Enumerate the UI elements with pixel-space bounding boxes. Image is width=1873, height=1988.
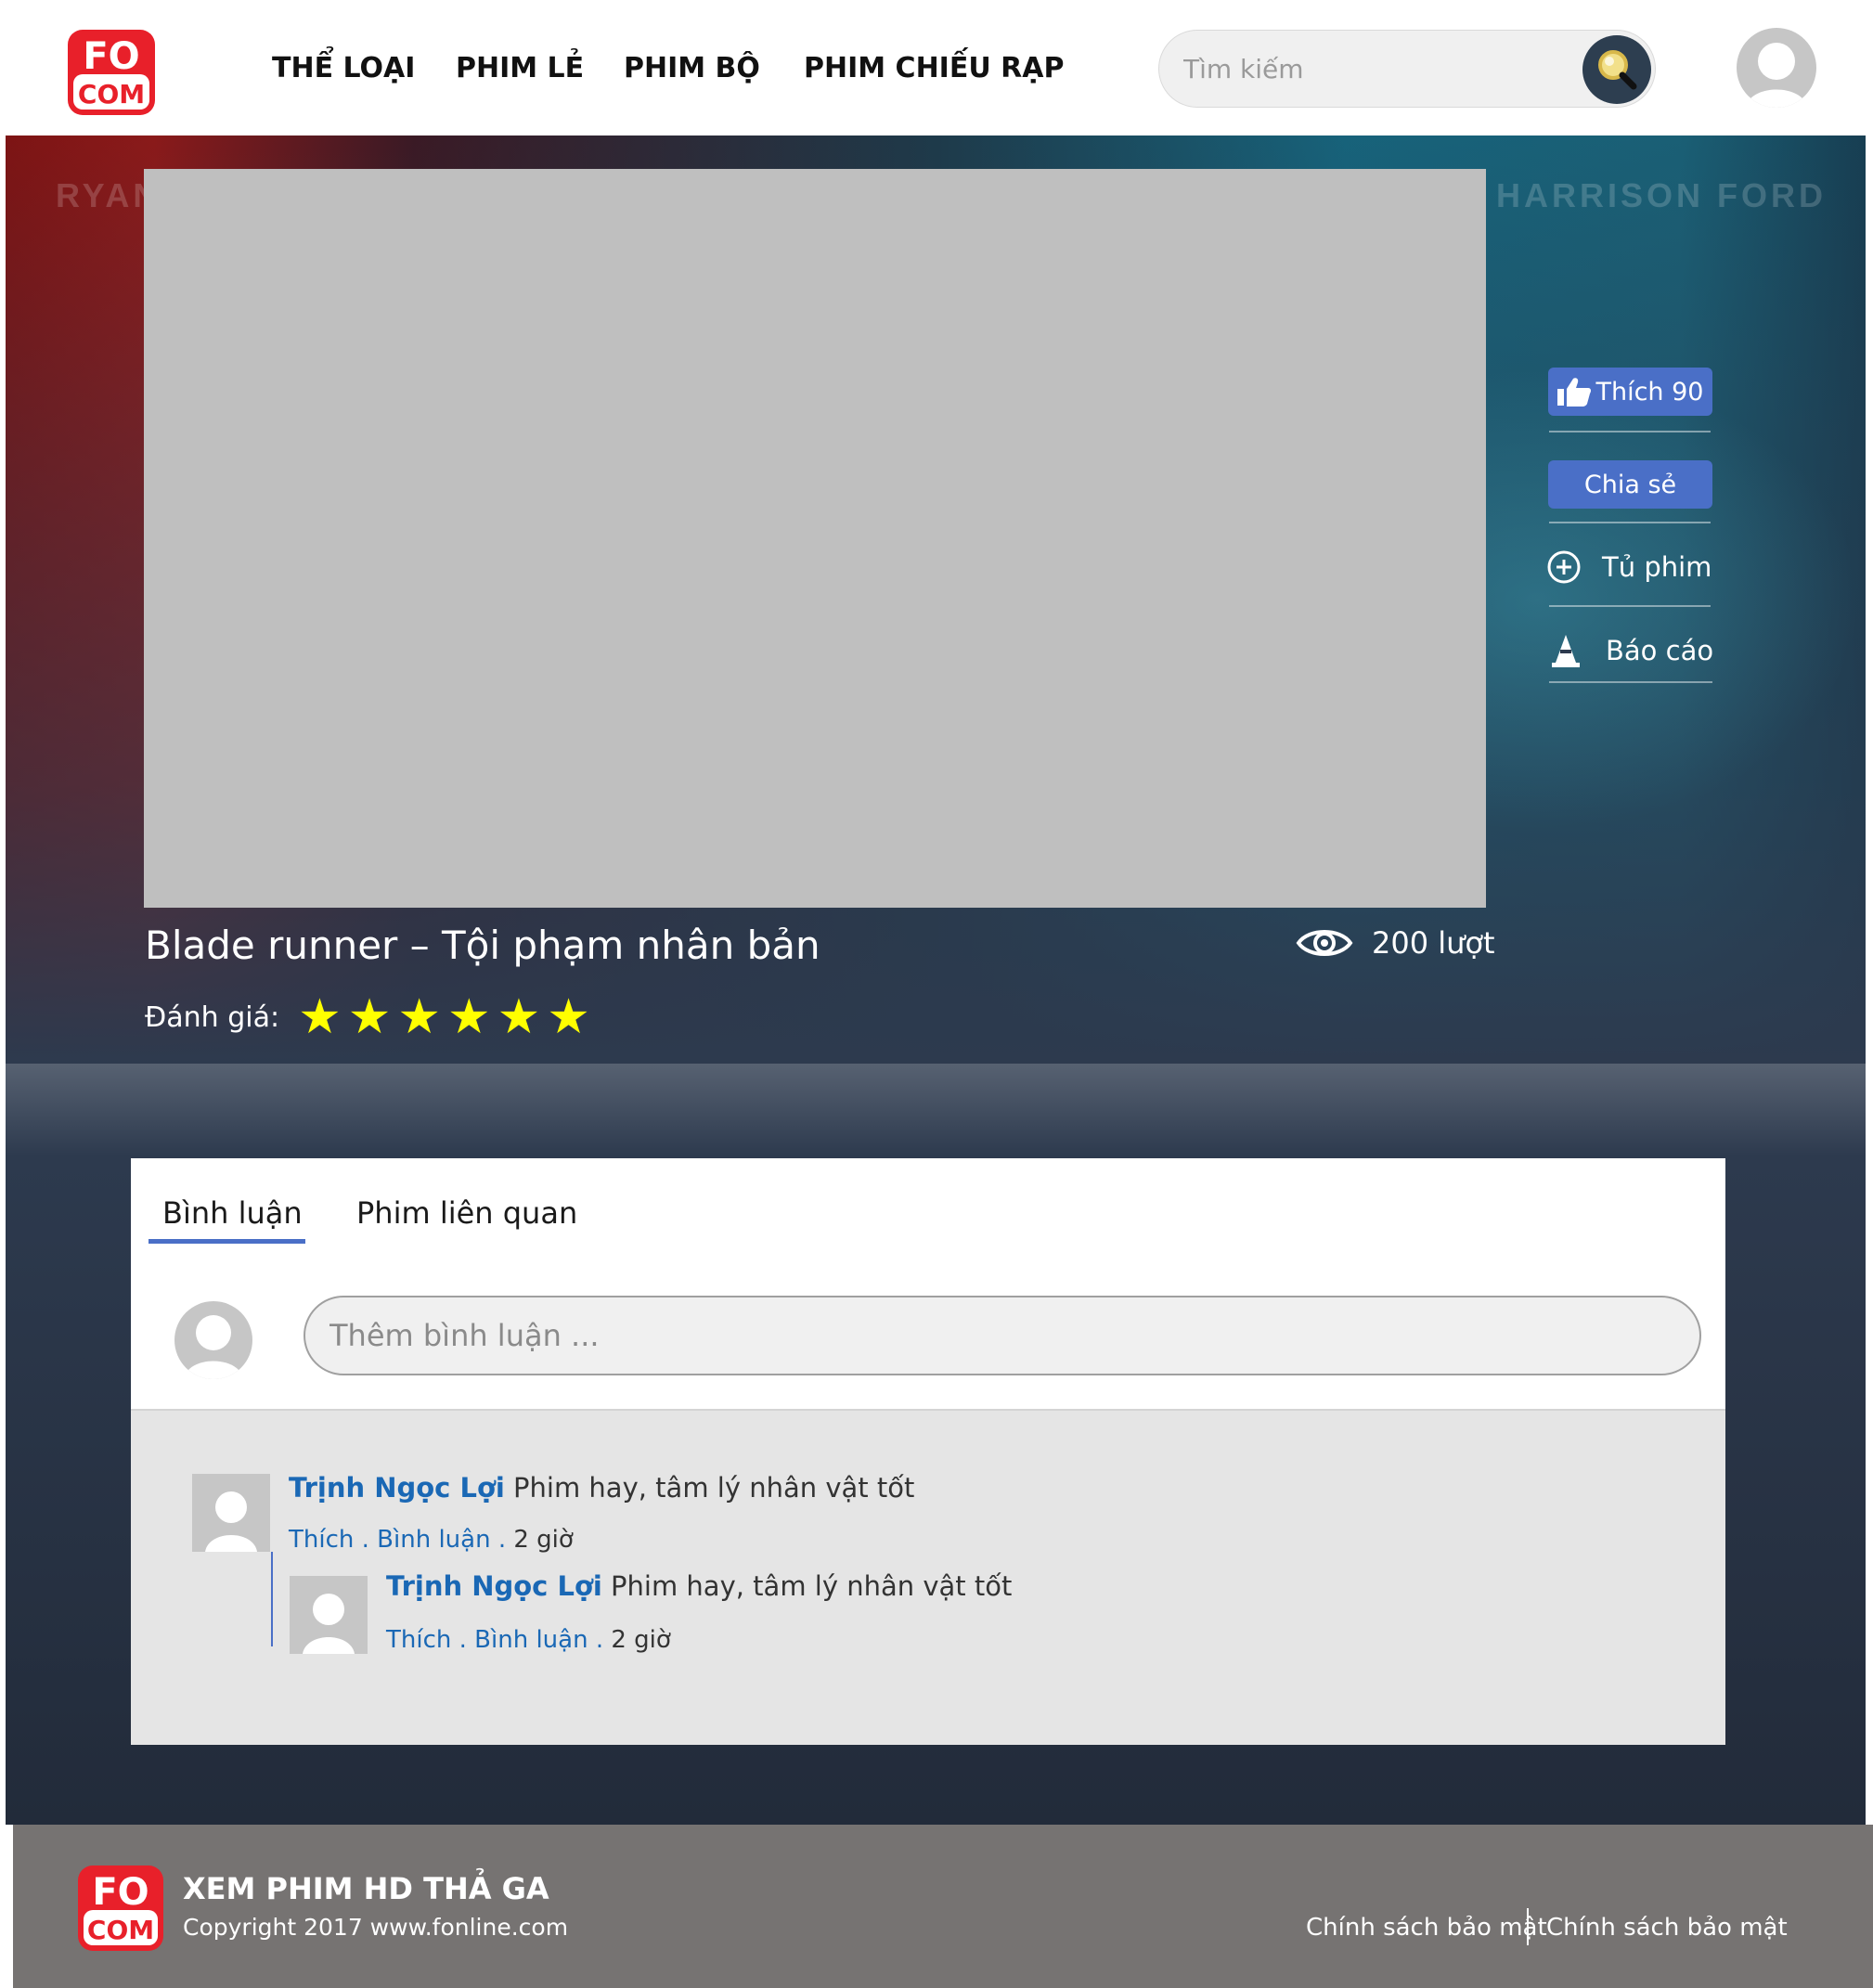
comment-list: Trịnh Ngọc Lợi Phim hay, tâm lý nhân vật… — [131, 1411, 1725, 1745]
comment-avatar — [192, 1474, 270, 1552]
search-button[interactable] — [1582, 35, 1651, 104]
user-icon — [184, 1315, 243, 1379]
view-count: 200 lượt — [1296, 924, 1495, 962]
footer-separator — [1527, 1908, 1529, 1945]
comment-like-link[interactable]: Thích — [289, 1526, 354, 1554]
movie-title: Blade runner – Tội phạm nhân bản — [145, 923, 820, 968]
comment-time: 2 giờ — [513, 1526, 574, 1554]
search-input[interactable] — [1183, 47, 1555, 90]
comment-avatar — [290, 1576, 368, 1654]
search-box — [1158, 30, 1656, 108]
views-label: 200 lượt — [1372, 925, 1495, 961]
site-header: FO COM THỂ LOẠI PHIM LẺ PHIM BỘ PHIM CHI… — [7, 0, 1866, 136]
meta-separator: . — [354, 1526, 378, 1554]
comment-text: Phim hay, tâm lý nhân vật tốt — [513, 1472, 915, 1504]
thumbs-up-icon — [1557, 378, 1592, 407]
nav-phim-chieu-rap[interactable]: PHIM CHIẾU RẠP — [804, 52, 1064, 84]
search-icon — [1598, 50, 1637, 90]
comment-meta: Thích . Bình luận . 2 giờ — [289, 1526, 574, 1554]
share-label: Chia sẻ — [1583, 470, 1677, 499]
report-label: Báo cáo — [1606, 635, 1714, 666]
site-footer: FO COM XEM PHIM HD THẢ GA Copyright 2017… — [13, 1825, 1873, 1988]
eye-icon — [1296, 930, 1353, 956]
plus-circle-icon — [1547, 550, 1581, 584]
comment-author[interactable]: Trịnh Ngọc Lợi — [289, 1472, 505, 1504]
comment-body: Trịnh Ngọc Lợi Phim hay, tâm lý nhân vật… — [386, 1570, 1012, 1602]
warning-cone-icon — [1552, 635, 1580, 667]
footer-copyright: Copyright 2017 www.fonline.com — [183, 1914, 569, 1941]
footer-link-privacy[interactable]: Chính sách bảo mật — [1306, 1914, 1547, 1942]
meta-separator: . — [588, 1626, 612, 1654]
nav-the-loai[interactable]: THỂ LOẠI — [272, 52, 415, 84]
comment-reply-link[interactable]: Bình luận — [377, 1526, 490, 1554]
star-icon[interactable]: ★ — [547, 993, 590, 1041]
share-button[interactable]: Chia sẻ — [1548, 460, 1712, 509]
comment-body: Trịnh Ngọc Lợi Phim hay, tâm lý nhân vật… — [289, 1472, 914, 1504]
comment-meta: Thích . Bình luận . 2 giờ — [386, 1626, 671, 1654]
logo-text-top: FO — [83, 35, 139, 78]
footer-link-privacy[interactable]: Chính sách bảo mật — [1546, 1914, 1788, 1942]
video-player[interactable] — [144, 169, 1486, 908]
user-icon — [1746, 43, 1807, 108]
report-button[interactable]: Báo cáo — [1550, 633, 1713, 668]
action-divider — [1549, 681, 1712, 683]
star-icon[interactable]: ★ — [447, 993, 491, 1041]
footer-logo-text-top: FO — [92, 1871, 149, 1914]
footer-title: XEM PHIM HD THẢ GA — [183, 1871, 549, 1906]
nav-phim-le[interactable]: PHIM LẺ — [456, 52, 584, 84]
commenter-avatar — [174, 1301, 252, 1379]
user-icon — [303, 1594, 355, 1654]
site-logo[interactable]: FO COM — [66, 28, 157, 117]
comment-text: Phim hay, tâm lý nhân vật tốt — [611, 1570, 1013, 1602]
comment-reply-link[interactable]: Bình luận — [474, 1626, 588, 1654]
add-to-collection-button[interactable]: Tủ phim — [1546, 549, 1712, 585]
meta-separator: . — [451, 1626, 475, 1654]
star-icon[interactable]: ★ — [298, 993, 342, 1041]
tab-comments[interactable]: Bình luận — [162, 1195, 303, 1231]
tab-related-movies[interactable]: Phim liên quan — [356, 1195, 577, 1231]
star-icon[interactable]: ★ — [348, 993, 392, 1041]
action-divider — [1549, 605, 1711, 607]
user-icon — [205, 1491, 257, 1552]
collection-label: Tủ phim — [1602, 551, 1712, 583]
star-icon[interactable]: ★ — [397, 993, 441, 1041]
like-label: Thích 90 — [1595, 377, 1704, 407]
user-avatar[interactable] — [1737, 28, 1816, 108]
rating-label: Đánh giá: — [145, 1000, 280, 1034]
meta-separator: . — [490, 1526, 514, 1554]
rating-stars: ★ ★ ★ ★ ★ ★ — [298, 993, 597, 1041]
movie-hero: RYAN HARRISON FORD Thích 90 Chia sẻ Tủ p… — [6, 136, 1866, 1825]
poster-text-right: HARRISON FORD — [1496, 176, 1827, 214]
reply-thread-line — [271, 1552, 273, 1646]
comment-author[interactable]: Trịnh Ngọc Lợi — [386, 1570, 602, 1602]
logo-text-bottom: COM — [78, 79, 145, 110]
comment-time: 2 giờ — [611, 1626, 671, 1654]
comment-input[interactable] — [304, 1296, 1701, 1375]
nav-phim-bo[interactable]: PHIM BỘ — [624, 52, 760, 84]
rating: Đánh giá: ★ ★ ★ ★ ★ ★ — [145, 993, 597, 1041]
footer-logo-text-bottom: COM — [87, 1915, 154, 1945]
comments-panel: Bình luận Phim liên quan Trịnh Ngọc Lợi … — [131, 1158, 1725, 1745]
active-tab-indicator — [149, 1239, 305, 1244]
action-divider — [1549, 431, 1711, 432]
action-divider — [1549, 522, 1711, 523]
star-icon[interactable]: ★ — [497, 993, 541, 1041]
comment-like-link[interactable]: Thích — [386, 1626, 451, 1654]
like-button[interactable]: Thích 90 — [1548, 368, 1712, 416]
footer-logo[interactable]: FO COM — [76, 1864, 165, 1953]
